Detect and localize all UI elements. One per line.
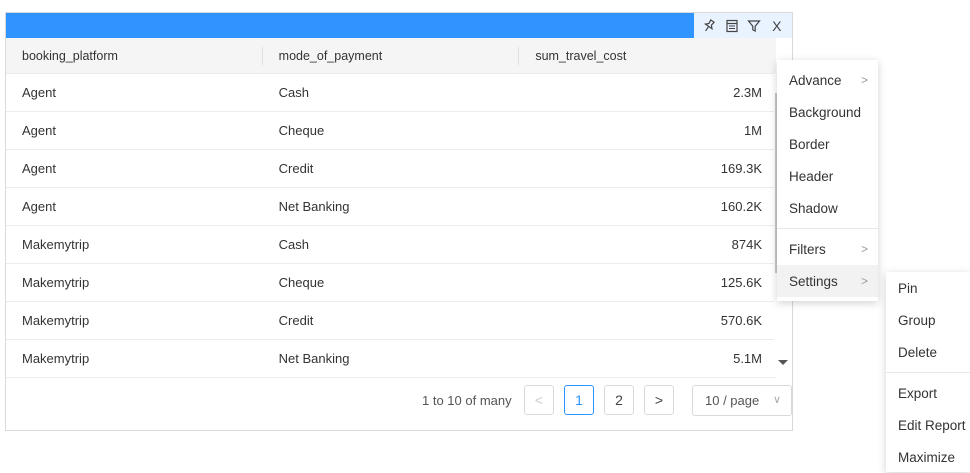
cell-sum-travel-cost: 5.1M	[519, 339, 776, 378]
cell-mode-of-payment: Credit	[262, 149, 520, 188]
page-2-button[interactable]: 2	[604, 385, 634, 415]
cell-mode-of-payment: Cheque	[262, 263, 520, 302]
page-1-button[interactable]: 1	[564, 385, 594, 415]
pin-icon[interactable]	[700, 17, 718, 35]
cell-booking-platform: Makemytrip	[6, 339, 263, 378]
scroll-down-arrow-icon[interactable]	[778, 360, 788, 365]
context-menu: Advance > Background Border Header Shadow…	[777, 60, 878, 301]
menu-divider	[777, 228, 878, 229]
settings-submenu: Pin Group Delete Export Edit Report Maxi…	[886, 272, 970, 472]
menu-item-filters[interactable]: Filters >	[777, 233, 878, 265]
table-header-row: booking_platform mode_of_payment sum_tra…	[6, 38, 776, 74]
submenu-item-pin[interactable]: Pin	[886, 272, 970, 304]
menu-item-shadow[interactable]: Shadow	[777, 192, 878, 224]
chevron-down-icon: ∨	[772, 394, 781, 406]
chevron-right-icon: >	[860, 274, 868, 288]
column-header-booking-platform[interactable]: booking_platform	[6, 38, 263, 74]
cell-sum-travel-cost: 874K	[519, 225, 776, 264]
menu-item-settings[interactable]: Settings >	[777, 265, 878, 297]
cell-mode-of-payment: Cash	[262, 73, 520, 112]
cell-mode-of-payment: Cheque	[262, 111, 520, 150]
table-row[interactable]: Agent Credit 169.3K	[6, 149, 776, 188]
chevron-right-icon: >	[860, 242, 868, 256]
cell-sum-travel-cost: 160.2K	[519, 187, 776, 226]
page-size-select[interactable]: 10 / page ∨	[692, 385, 792, 416]
menu-item-border[interactable]: Border	[777, 128, 878, 160]
cell-mode-of-payment: Credit	[262, 301, 520, 340]
pagination-info: 1 to 10 of many	[422, 393, 512, 408]
submenu-item-maximize[interactable]: Maximize	[886, 441, 970, 473]
cell-sum-travel-cost: 1M	[519, 111, 776, 150]
table-row[interactable]: Makemytrip Cash 874K	[6, 225, 776, 264]
table-row[interactable]: Agent Cheque 1M	[6, 111, 776, 150]
table-row[interactable]: Agent Cash 2.3M	[6, 73, 776, 112]
submenu-item-export[interactable]: Export	[886, 377, 970, 409]
cell-booking-platform: Makemytrip	[6, 225, 263, 264]
cell-mode-of-payment: Cash	[262, 225, 520, 264]
table-row[interactable]: Agent Net Banking 160.2K	[6, 187, 776, 226]
chevron-right-icon: >	[860, 73, 868, 87]
cell-booking-platform: Agent	[6, 187, 263, 226]
next-page-button[interactable]: >	[644, 385, 674, 415]
column-header-mode-of-payment[interactable]: mode_of_payment	[262, 38, 520, 74]
submenu-item-edit-report[interactable]: Edit Report	[886, 409, 970, 441]
submenu-item-group[interactable]: Group	[886, 304, 970, 336]
data-table: booking_platform mode_of_payment sum_tra…	[6, 38, 776, 378]
cell-sum-travel-cost: 169.3K	[519, 149, 776, 188]
cell-booking-platform: Makemytrip	[6, 301, 263, 340]
table-row[interactable]: Makemytrip Cheque 125.6K	[6, 263, 776, 302]
menu-item-header[interactable]: Header	[777, 160, 878, 192]
cell-booking-platform: Agent	[6, 111, 263, 150]
cell-mode-of-payment: Net Banking	[262, 339, 520, 378]
close-icon[interactable]: X	[768, 17, 786, 35]
menu-item-advance[interactable]: Advance >	[777, 64, 878, 96]
page-size-value: 10 / page	[705, 393, 760, 408]
cell-booking-platform: Agent	[6, 73, 263, 112]
widget-header-bar: X	[6, 13, 792, 38]
prev-page-button[interactable]: <	[524, 385, 554, 415]
table-row[interactable]: Makemytrip Credit 570.6K	[6, 301, 776, 340]
cell-booking-platform: Makemytrip	[6, 263, 263, 302]
cell-mode-of-payment: Net Banking	[262, 187, 520, 226]
cell-booking-platform: Agent	[6, 149, 263, 188]
column-header-sum-travel-cost[interactable]: sum_travel_cost	[519, 38, 776, 74]
menu-divider	[886, 372, 970, 373]
submenu-item-delete[interactable]: Delete	[886, 336, 970, 368]
pagination: 1 to 10 of many < 1 2 > 10 / page ∨	[6, 385, 792, 417]
cell-sum-travel-cost: 2.3M	[519, 73, 776, 112]
report-widget: X booking_platform mode_of_payment sum_t…	[5, 12, 793, 431]
filter-icon[interactable]	[745, 17, 763, 35]
cell-sum-travel-cost: 125.6K	[519, 263, 776, 302]
table-row[interactable]: Makemytrip Net Banking 5.1M	[6, 339, 776, 378]
menu-item-background[interactable]: Background	[777, 96, 878, 128]
columns-icon[interactable]	[723, 17, 741, 35]
widget-toolbar: X	[694, 13, 792, 38]
cell-sum-travel-cost: 570.6K	[519, 301, 776, 340]
